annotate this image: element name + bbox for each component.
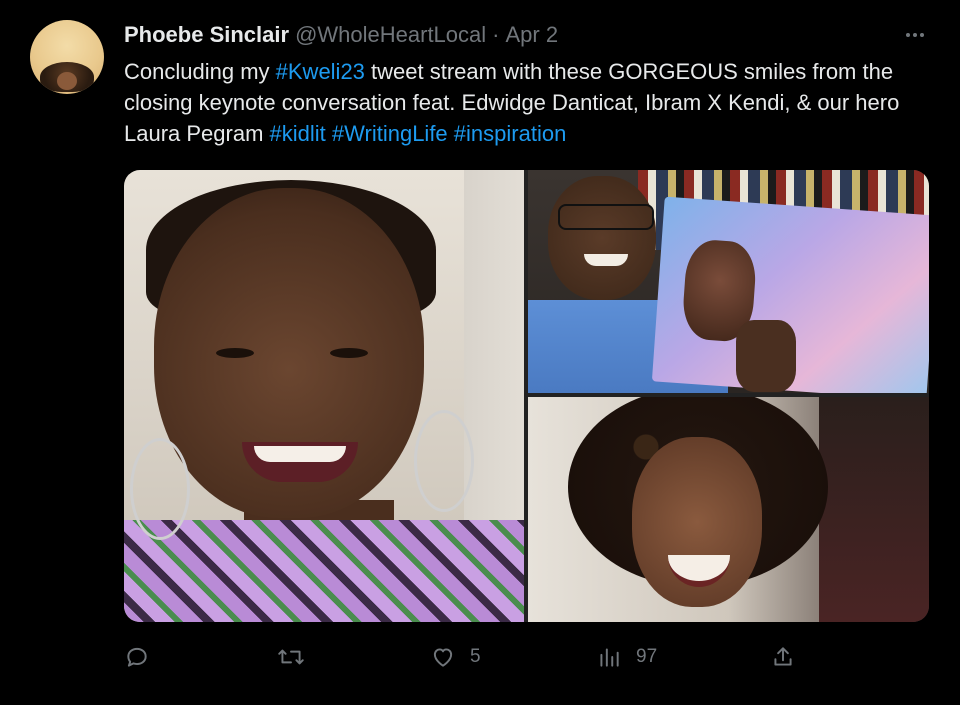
background-dark: [819, 397, 929, 622]
person-eye: [330, 348, 368, 358]
hashtag-link[interactable]: #Kweli23: [276, 59, 365, 84]
avatar-face: [57, 72, 77, 90]
media-image-left[interactable]: [124, 170, 524, 622]
person-smile: [584, 254, 628, 266]
reply-icon: [127, 647, 147, 667]
header-separator: ·: [492, 22, 500, 47]
tweet-media-grid: [124, 170, 929, 622]
tweet-header: Phoebe Sinclair @WholeHeartLocal · Apr 2: [124, 22, 558, 48]
share-button[interactable]: [770, 640, 796, 674]
tweet-text: Concluding my #Kweli23 tweet stream with…: [124, 56, 914, 149]
hashtag-link[interactable]: #inspiration: [454, 121, 567, 146]
hashtag-link[interactable]: #kidlit: [270, 121, 326, 146]
tweet-actions-bar: 5 97: [124, 640, 924, 674]
like-count: 5: [470, 646, 481, 667]
views-count: 97: [636, 646, 658, 667]
media-image-top-right[interactable]: [528, 170, 929, 393]
tweet-date[interactable]: Apr 2: [505, 22, 558, 48]
person-hand: [736, 320, 796, 392]
hoop-earring: [414, 410, 474, 512]
patterned-shirt: [124, 520, 524, 622]
person-face: [548, 176, 656, 300]
retweet-button[interactable]: [276, 640, 320, 674]
person-eye: [216, 348, 254, 358]
tweet-text-part: Concluding my: [124, 59, 276, 84]
person-teeth: [254, 446, 346, 462]
more-dot-icon: [906, 33, 910, 37]
author-avatar[interactable]: [30, 20, 104, 94]
media-image-bottom-right[interactable]: [528, 397, 929, 622]
views-button[interactable]: 97: [596, 640, 657, 674]
more-options-button[interactable]: [900, 22, 930, 48]
glasses: [558, 204, 654, 230]
author-name[interactable]: Phoebe Sinclair: [124, 22, 289, 48]
retweet-icon: [278, 649, 304, 665]
reply-button[interactable]: [124, 640, 164, 674]
like-button[interactable]: 5: [430, 640, 481, 674]
analytics-icon: [600, 648, 619, 667]
hashtag-link[interactable]: #WritingLife: [332, 121, 448, 146]
share-icon: [774, 647, 792, 666]
author-handle[interactable]: @WholeHeartLocal: [295, 22, 486, 48]
more-dot-icon: [920, 33, 924, 37]
heart-icon: [433, 648, 453, 667]
hoop-earring: [130, 438, 190, 540]
more-dot-icon: [913, 33, 917, 37]
